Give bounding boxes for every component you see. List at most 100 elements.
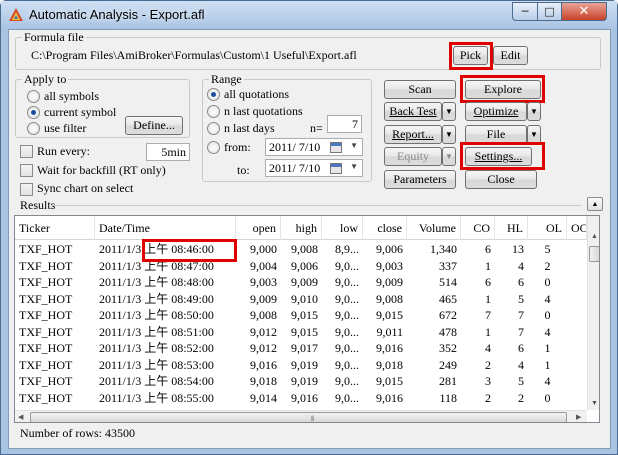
table-row[interactable]: TXF_HOT 2011/1/3 上午 08:48:00 9,003 9,009 9,0… <box>15 274 587 291</box>
report-button[interactable]: Report... <box>384 125 442 144</box>
radio-current-symbol[interactable] <box>27 106 40 119</box>
table-cell: 2011/1/3 上午 08:52:00 <box>99 341 214 355</box>
chevron-up-icon: ▲ <box>591 200 599 208</box>
table-cell: 9,008 <box>250 308 277 322</box>
table-cell: 6 <box>518 341 524 355</box>
radio-all-quotations[interactable] <box>207 88 220 101</box>
table-cell: 2011/1/3 上午 08:55:00 <box>99 390 214 405</box>
table-cell: 9,0... <box>335 341 359 355</box>
scroll-down-icon[interactable]: ▼ <box>591 399 598 407</box>
table-cell: 9,0... <box>335 357 359 372</box>
file-dropdown[interactable]: ▼ <box>527 125 541 144</box>
table-cell: 9,0... <box>335 258 359 273</box>
table-row[interactable]: TXF_HOT 2011/1/3 上午 08:55:00 9,014 9,016 9,0… <box>15 390 587 407</box>
settings-button[interactable]: Settings... <box>465 147 532 166</box>
wait-backfill-label: Wait for backfill (RT only) <box>37 163 166 177</box>
title-bar[interactable]: Automatic Analysis - Export.afl ─ □ ✕ <box>1 1 617 29</box>
column-header-open[interactable]: open <box>236 216 281 240</box>
close-button[interactable]: Close <box>465 170 537 189</box>
back-test-button[interactable]: Back Test <box>384 102 442 121</box>
scroll-up-icon[interactable]: ▲ <box>591 232 598 240</box>
table-row[interactable]: TXF_HOT 2011/1/3 上午 08:49:00 9,009 9,010 9,0… <box>15 291 587 308</box>
optimize-dropdown[interactable]: ▼ <box>527 102 541 121</box>
run-every-input[interactable]: 5min <box>146 143 190 161</box>
to-date-picker[interactable]: 2011/ 7/10 ▼ <box>265 159 363 177</box>
vertical-scrollbar[interactable]: ▲ ▼ <box>587 216 599 410</box>
table-cell: 4 <box>518 357 524 372</box>
from-date-picker[interactable]: 2011/ 7/10 ▼ <box>265 138 363 156</box>
table-row[interactable]: TXF_HOT 2011/1/3 上午 08:51:00 9,012 9,015 9,0… <box>15 324 587 341</box>
explore-button[interactable]: Explore <box>465 80 541 99</box>
column-header-ol[interactable]: OL <box>528 216 567 240</box>
run-every-checkbox[interactable] <box>20 145 33 158</box>
column-header-oc[interactable]: OC <box>567 216 587 240</box>
horizontal-scrollbar[interactable]: ◀ ⦀ ▶ <box>15 410 587 422</box>
scroll-right-icon[interactable]: ▶ <box>576 413 581 421</box>
sync-chart-checkbox[interactable] <box>20 183 33 196</box>
column-header-high[interactable]: high <box>281 216 322 240</box>
table-cell <box>567 373 587 390</box>
formula-file-label: Formula file <box>22 30 86 45</box>
table-row[interactable]: TXF_HOT 2011/1/3 上午 08:54:00 9,018 9,019 9,0… <box>15 373 587 390</box>
column-header-ticker[interactable]: Ticker <box>15 216 95 240</box>
parameters-button[interactable]: Parameters <box>384 170 456 189</box>
table-cell: 9,012 <box>250 324 277 339</box>
column-header-volume[interactable]: Volume <box>407 216 461 240</box>
edit-button[interactable]: Edit <box>493 46 528 65</box>
results-table[interactable]: Ticker Date/Time open high low close Vol… <box>14 215 600 423</box>
file-button[interactable]: File <box>465 125 527 144</box>
table-cell: 9,012 <box>250 341 277 355</box>
column-header-low[interactable]: low <box>322 216 363 240</box>
table-cell: 352 <box>439 341 457 355</box>
table-cell: 9,019 <box>291 357 318 372</box>
radio-from-date[interactable] <box>207 141 220 154</box>
table-cell: 7 <box>518 308 524 322</box>
table-cell: 9,008 <box>291 242 318 256</box>
table-row[interactable]: TXF_HOT 2011/1/3 上午 08:52:00 9,012 9,017 9,0… <box>15 340 587 357</box>
radio-all-symbols[interactable] <box>27 90 40 103</box>
maximize-button[interactable]: □ <box>537 2 562 21</box>
table-row[interactable]: TXF_HOT 2011/1/3 上午 08:47:00 9,004 9,006 9,0… <box>15 258 587 275</box>
table-row[interactable]: TXF_HOT 2011/1/3 上午 08:46:00 9,000 9,008 8,9… <box>15 241 587 258</box>
table-cell: 2 <box>518 390 524 405</box>
apply-to-label: Apply to <box>22 72 69 87</box>
optimize-button[interactable]: Optimize <box>465 102 527 121</box>
column-header-co[interactable]: CO <box>461 216 495 240</box>
column-header-date-time[interactable]: Date/Time <box>95 216 236 240</box>
table-cell: 9,014 <box>250 390 277 405</box>
scan-button[interactable]: Scan <box>384 80 456 99</box>
pick-button[interactable]: Pick <box>453 46 488 65</box>
minimize-button[interactable]: ─ <box>512 2 538 21</box>
table-cell: 9,010 <box>291 291 318 306</box>
define-filter-button[interactable]: Define... <box>125 116 183 135</box>
radio-n-last-quotations[interactable] <box>207 105 220 118</box>
n-label: n= <box>310 121 323 135</box>
radio-use-filter[interactable] <box>27 122 40 135</box>
scroll-left-icon[interactable]: ◀ <box>18 413 23 421</box>
close-window-button[interactable]: ✕ <box>561 2 607 21</box>
radio-n-last-days[interactable] <box>207 122 220 135</box>
column-header-hl[interactable]: HL <box>495 216 528 240</box>
run-every-label: Run every: <box>37 144 90 158</box>
n-value-input[interactable]: 7 <box>327 115 362 133</box>
collapse-results-button[interactable]: ▲ <box>587 197 603 211</box>
table-cell: 2011/1/3 上午 08:53:00 <box>99 357 214 372</box>
equity-button[interactable]: Equity <box>384 147 442 166</box>
report-dropdown[interactable]: ▼ <box>442 125 456 144</box>
table-row[interactable]: TXF_HOT 2011/1/3 上午 08:50:00 9,008 9,015 9,0… <box>15 307 587 324</box>
chevron-down-icon: ▼ <box>350 162 358 171</box>
wait-backfill-checkbox[interactable] <box>20 164 33 177</box>
table-cell: 2011/1/3 上午 08:47:00 <box>99 258 214 273</box>
column-header-close[interactable]: close <box>363 216 407 240</box>
minimize-icon: ─ <box>521 5 529 18</box>
table-row[interactable]: TXF_HOT 2011/1/3 上午 08:53:00 9,016 9,019 9,0… <box>15 357 587 374</box>
vertical-scroll-thumb[interactable] <box>589 246 599 262</box>
horizontal-scroll-thumb[interactable]: ⦀ <box>30 412 567 422</box>
table-cell: 7 <box>485 308 491 322</box>
equity-dropdown[interactable]: ▼ <box>442 147 456 166</box>
table-cell: 9,015 <box>376 308 403 322</box>
table-cell: 9,016 <box>376 390 403 405</box>
back-test-dropdown[interactable]: ▼ <box>442 102 456 121</box>
table-cell: TXF_HOT <box>19 357 73 372</box>
table-cell: 9,000 <box>250 242 277 256</box>
